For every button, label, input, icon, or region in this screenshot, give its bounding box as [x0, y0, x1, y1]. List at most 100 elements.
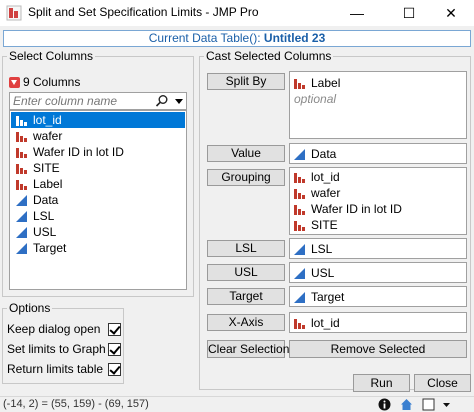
- info-icon[interactable]: [378, 398, 391, 411]
- grouping-item-label: lot_id: [311, 170, 340, 184]
- column-list-item[interactable]: Data: [11, 192, 185, 208]
- nominal-bar-icon: [293, 317, 306, 330]
- continuous-triangle-icon: [293, 148, 306, 161]
- column-list-item[interactable]: Wafer ID in lot ID: [11, 144, 185, 160]
- remove-selected-button[interactable]: Remove Selected: [289, 340, 467, 358]
- chevron-down-icon[interactable]: [440, 398, 453, 411]
- run-button[interactable]: Run: [353, 374, 410, 392]
- grouping-item[interactable]: SITE: [293, 217, 338, 233]
- continuous-triangle-icon: [293, 291, 306, 304]
- x-axis-item[interactable]: lot_id: [293, 315, 340, 331]
- continuous-triangle-icon: [293, 267, 306, 280]
- close-button[interactable]: Close: [414, 374, 471, 392]
- nominal-bar-icon: [15, 146, 28, 159]
- value-box[interactable]: Data: [289, 143, 467, 164]
- home-icon[interactable]: [400, 398, 413, 411]
- split-by-box[interactable]: Label optional: [289, 71, 467, 139]
- nominal-bar-icon: [293, 219, 306, 232]
- target-button[interactable]: Target: [207, 288, 285, 305]
- option-row[interactable]: Keep dialog open: [7, 321, 123, 337]
- column-list-item[interactable]: wafer: [11, 128, 185, 144]
- column-list-item-label: SITE: [33, 161, 60, 175]
- grouping-box[interactable]: lot_id wafer Wafer ID in lot ID SITE: [289, 167, 467, 235]
- select-columns-panel: Select Columns 9 Columns lot_idwafer Wafe…: [2, 49, 194, 297]
- column-list-item[interactable]: Target: [11, 240, 185, 256]
- options-panel: Options Keep dialog open Set limits to Gr…: [2, 301, 124, 384]
- column-list-item-label: USL: [33, 225, 57, 239]
- nominal-bar-icon: [15, 162, 28, 175]
- split-by-item-label: Label: [311, 76, 341, 90]
- option-label: Keep dialog open: [7, 322, 101, 336]
- value-button[interactable]: Value: [207, 145, 285, 162]
- column-list-item[interactable]: SITE: [11, 160, 185, 176]
- lsl-button[interactable]: LSL: [207, 240, 285, 257]
- window-list-icon[interactable]: [422, 398, 435, 411]
- column-list-item-label: LSL: [33, 209, 55, 223]
- column-list-item-label: Wafer ID in lot ID: [33, 145, 124, 159]
- options-legend: Options: [7, 301, 53, 315]
- continuous-triangle-icon: [15, 194, 28, 207]
- grouping-item-label: SITE: [311, 218, 338, 232]
- status-bar: (-14, 2) = (55, 159) - (69, 157): [0, 396, 474, 412]
- split-by-optional-hint: optional: [294, 92, 337, 106]
- disclosure-triangle-icon[interactable]: [9, 76, 20, 88]
- option-label: Return limits table: [7, 362, 104, 376]
- nominal-bar-icon: [15, 178, 28, 191]
- target-item-label: Target: [311, 290, 345, 304]
- column-list-item[interactable]: lot_id: [11, 112, 185, 128]
- split-by-item[interactable]: Label: [293, 75, 340, 91]
- dialog-body: Current Data Table(): Untitled 23 Select…: [0, 26, 474, 412]
- column-count[interactable]: 9 Columns: [9, 75, 80, 89]
- x-axis-box[interactable]: lot_id: [289, 312, 467, 333]
- column-list-item-label: wafer: [33, 129, 63, 143]
- nominal-bar-icon: [15, 130, 28, 143]
- grouping-item[interactable]: Wafer ID in lot ID: [293, 201, 402, 217]
- target-box[interactable]: Target: [289, 286, 467, 307]
- usl-item[interactable]: USL: [293, 265, 334, 281]
- search-options-dropdown[interactable]: [172, 93, 186, 109]
- grouping-item[interactable]: lot_id: [293, 169, 340, 185]
- split-by-button[interactable]: Split By: [207, 73, 285, 90]
- cast-columns-panel: Cast Selected Columns Split By Label opt…: [199, 49, 471, 390]
- option-checkbox[interactable]: [108, 322, 121, 336]
- grouping-button[interactable]: Grouping: [207, 169, 285, 186]
- grouping-item-label: Wafer ID in lot ID: [311, 202, 402, 216]
- column-list-item[interactable]: LSL: [11, 208, 185, 224]
- option-row[interactable]: Set limits to Graph: [7, 341, 123, 357]
- nominal-bar-icon: [293, 203, 306, 216]
- nominal-bar-icon: [293, 187, 306, 200]
- maximize-button[interactable]: ☐: [386, 0, 432, 26]
- clear-selection-button[interactable]: Clear Selection: [207, 340, 289, 358]
- column-list[interactable]: lot_idwafer Wafer ID in lot ID SITE Label Da…: [9, 110, 187, 290]
- search-icon[interactable]: [155, 94, 169, 108]
- column-search-input[interactable]: [10, 93, 148, 109]
- option-checkbox[interactable]: [108, 342, 121, 356]
- app-icon: [6, 5, 22, 21]
- target-item[interactable]: Target: [293, 289, 344, 305]
- lsl-item[interactable]: LSL: [293, 241, 332, 257]
- x-axis-button[interactable]: X-Axis: [207, 314, 285, 331]
- usl-box[interactable]: USL: [289, 262, 467, 283]
- grouping-item[interactable]: wafer: [293, 185, 340, 201]
- nominal-bar-icon: [293, 171, 306, 184]
- continuous-triangle-icon: [15, 226, 28, 239]
- lsl-box[interactable]: LSL: [289, 238, 467, 259]
- column-list-item-label: Target: [33, 241, 67, 255]
- column-count-label: 9 Columns: [23, 75, 81, 89]
- select-columns-legend: Select Columns: [7, 49, 96, 63]
- nominal-bar-icon: [293, 77, 306, 90]
- window-title: Split and Set Specification Limits - JMP…: [28, 5, 259, 19]
- usl-button[interactable]: USL: [207, 264, 285, 281]
- column-list-item[interactable]: Label: [11, 176, 185, 192]
- column-list-item[interactable]: USL: [11, 224, 185, 240]
- option-row[interactable]: Return limits table: [7, 361, 123, 377]
- value-item-label: Data: [311, 147, 337, 161]
- option-checkbox[interactable]: [108, 362, 121, 376]
- minimize-button[interactable]: —: [334, 0, 380, 26]
- value-item[interactable]: Data: [293, 146, 336, 162]
- continuous-triangle-icon: [15, 210, 28, 223]
- nominal-bar-icon: [15, 114, 28, 127]
- column-list-item-label: lot_id: [33, 113, 62, 127]
- lsl-item-label: LSL: [311, 242, 333, 256]
- close-window-button[interactable]: ✕: [428, 0, 474, 26]
